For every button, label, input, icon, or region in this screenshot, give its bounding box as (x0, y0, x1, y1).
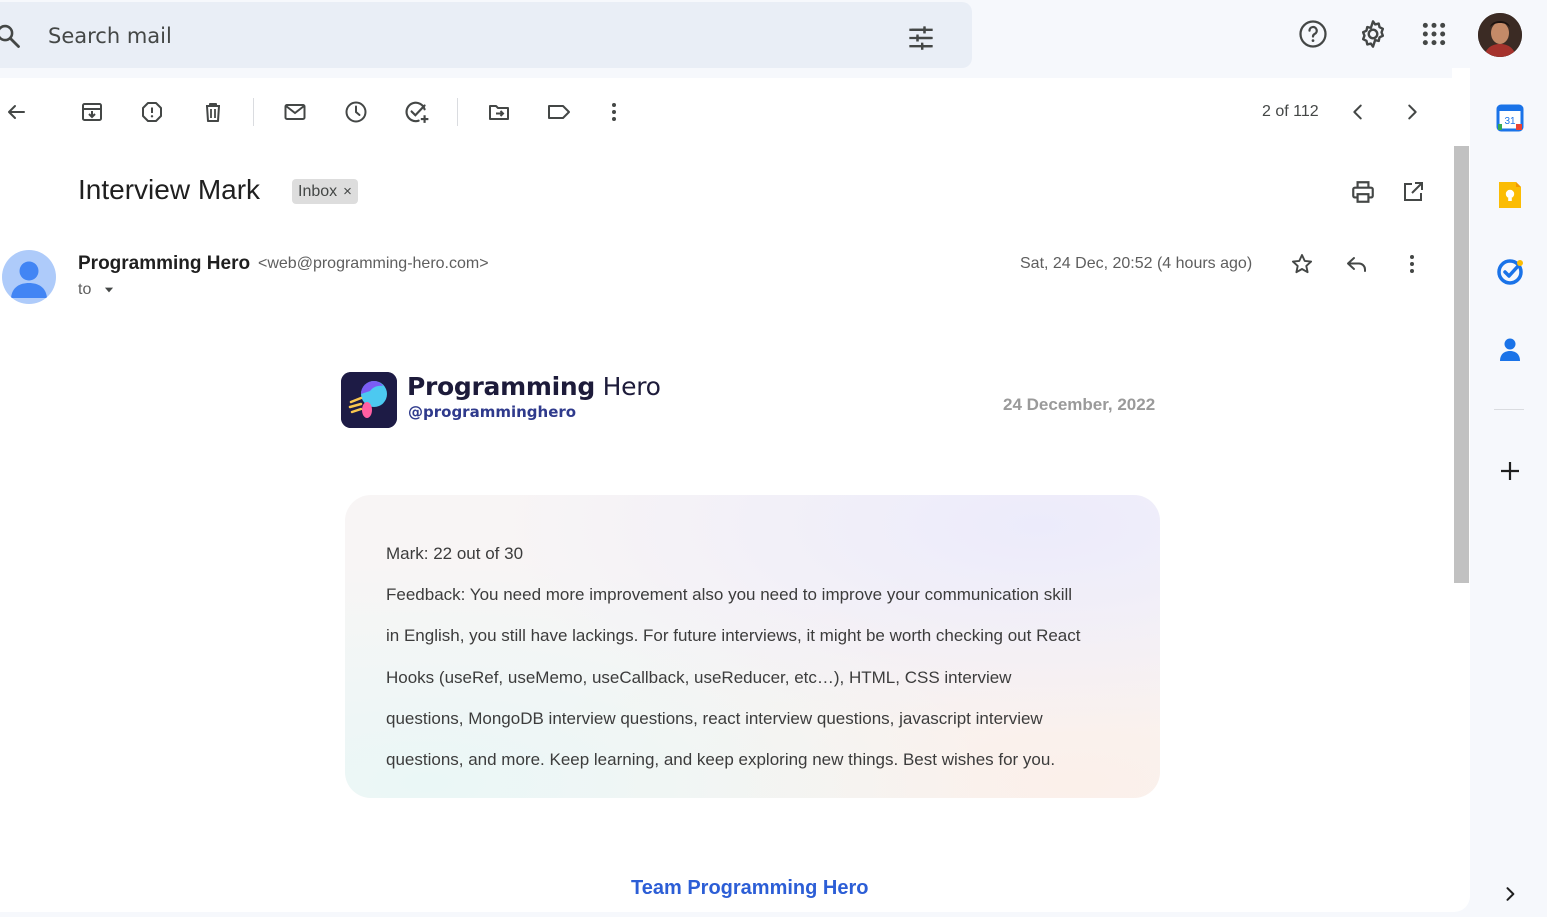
programming-hero-logo (341, 372, 397, 428)
body-line: in English, you still have lackings. For… (386, 626, 1081, 645)
settings-icon[interactable] (1355, 16, 1391, 52)
toolbar-divider (457, 98, 458, 126)
brand-name-light: Hero (594, 372, 661, 401)
mark-unread-icon[interactable] (279, 96, 311, 128)
email-body-date: 24 December, 2022 (1003, 395, 1156, 414)
calendar-day: 31 (1504, 116, 1516, 127)
more-vert-icon[interactable] (1396, 248, 1428, 280)
contacts-icon[interactable] (1494, 333, 1526, 365)
recipient-details-toggle[interactable]: to (78, 281, 116, 299)
signature: Team Programming Hero (631, 877, 869, 899)
reply-icon[interactable] (1341, 248, 1373, 280)
calendar-icon[interactable]: 31 (1494, 102, 1526, 134)
brand-name-bold: Programming (407, 372, 595, 401)
star-icon[interactable] (1286, 248, 1318, 280)
message-subject: Interview Mark (78, 174, 261, 205)
newer-chevron-icon[interactable] (1342, 96, 1374, 128)
tasks-icon[interactable] (1494, 256, 1526, 288)
message-pane: 2 of 112 Interview Mark Inbox × Programmi… (0, 78, 1470, 912)
body-line: questions, MongoDB interview questions, … (386, 709, 1043, 728)
body-line: Hooks (useRef, useMemo, useCallback, use… (386, 668, 1012, 687)
brand-handle: @programminghero (408, 403, 577, 421)
sender-email: <web@programming-hero.com> (258, 255, 489, 272)
expand-panel-chevron-icon[interactable] (1494, 878, 1526, 910)
help-icon[interactable] (1295, 16, 1331, 52)
back-arrow-icon[interactable] (0, 96, 32, 128)
archive-icon[interactable] (76, 96, 108, 128)
sender-avatar[interactable] (2, 250, 56, 304)
remove-label-icon[interactable]: × (343, 183, 352, 200)
older-chevron-icon[interactable] (1396, 96, 1428, 128)
feedback-card: Mark: 22 out of 30 Feedback: You need mo… (345, 495, 1160, 798)
delete-icon[interactable] (197, 96, 229, 128)
open-in-new-window-icon[interactable] (1397, 176, 1429, 208)
label-chip-text: Inbox (298, 183, 338, 200)
body-line: Mark: 22 out of 30 (386, 544, 524, 563)
more-vert-icon[interactable] (598, 96, 630, 128)
search-input[interactable]: Search mail (48, 24, 172, 48)
add-icon[interactable] (1494, 455, 1526, 487)
print-icon[interactable] (1347, 176, 1379, 208)
search-bar[interactable]: Search mail (0, 2, 972, 68)
search-icon[interactable] (0, 22, 22, 50)
move-to-icon[interactable] (483, 96, 515, 128)
scrollbar-thumb[interactable] (1454, 146, 1469, 583)
body-line: questions, and more. Keep learning, and … (386, 750, 1056, 769)
add-to-tasks-icon[interactable] (401, 96, 433, 128)
keep-icon[interactable] (1494, 179, 1526, 211)
sender-name[interactable]: Programming Hero (78, 253, 250, 275)
label-icon[interactable] (543, 96, 575, 128)
snooze-icon[interactable] (340, 96, 372, 128)
apps-grid-icon[interactable] (1416, 16, 1452, 52)
report-spam-icon[interactable] (136, 96, 168, 128)
body-line: Feedback: You need more improvement also… (386, 585, 1073, 604)
search-options-icon[interactable] (906, 24, 936, 52)
user-avatar[interactable] (1478, 13, 1522, 57)
pager-count: 2 of 112 (1262, 103, 1319, 120)
to-label: to (78, 281, 92, 298)
message-date: Sat, 24 Dec, 20:52 (4 hours ago) (1020, 255, 1253, 272)
brand-name: Programming Hero (407, 372, 661, 401)
inbox-label-chip[interactable]: Inbox × (292, 179, 358, 204)
toolbar-divider (253, 98, 254, 126)
side-panel-divider (1494, 409, 1524, 410)
caret-down-icon[interactable] (102, 283, 116, 297)
